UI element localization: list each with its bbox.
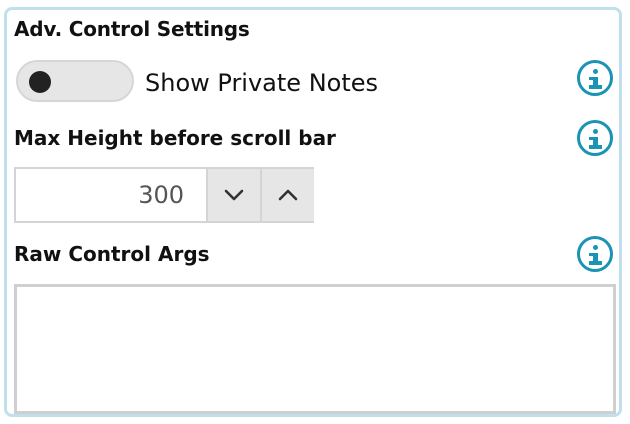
max-height-input[interactable]: 300 (16, 169, 196, 221)
max-height-stepper: 300 (14, 167, 314, 223)
max-height-label: Max Height before scroll bar (14, 126, 336, 150)
raw-args-info-icon[interactable] (577, 236, 613, 272)
private-notes-info-icon[interactable] (577, 60, 613, 96)
max-height-info-icon[interactable] (577, 120, 613, 156)
private-notes-label: Show Private Notes (145, 69, 379, 97)
decrement-button[interactable] (206, 169, 260, 221)
increment-button[interactable] (260, 169, 314, 221)
toggle-knob (29, 71, 51, 93)
raw-args-textarea[interactable] (14, 284, 616, 414)
panel-title: Adv. Control Settings (14, 17, 250, 41)
chevron-up-icon (278, 189, 298, 201)
raw-args-label: Raw Control Args (14, 242, 210, 266)
chevron-down-icon (224, 189, 244, 201)
private-notes-toggle[interactable] (16, 60, 134, 102)
